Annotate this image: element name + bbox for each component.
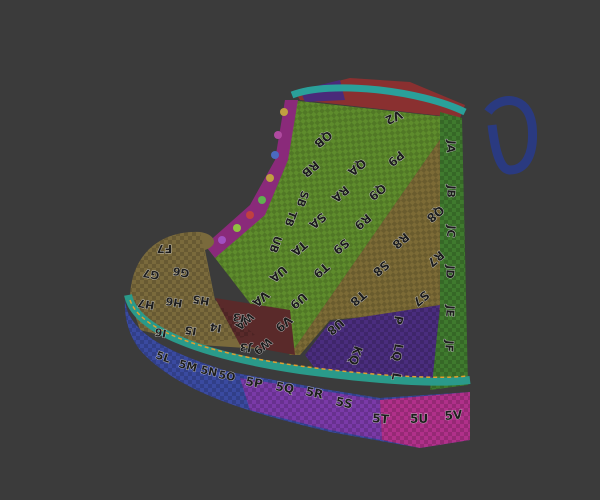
svg-text:I5: I5: [184, 323, 198, 338]
svg-text:F7: F7: [157, 242, 172, 255]
svg-text:5T: 5T: [372, 411, 391, 426]
svg-text:JA: JA: [444, 139, 458, 154]
boot-render: P9 Q9 QA RA R9 S9 SA TA T9 U9 UA VA V9 W…: [124, 78, 538, 448]
pull-loop: [484, 96, 538, 175]
svg-text:JE: JE: [443, 304, 457, 318]
svg-text:5P: 5P: [244, 374, 264, 391]
svg-text:I3: I3: [232, 310, 246, 325]
svg-text:JB: JB: [444, 184, 458, 199]
svg-text:JF: JF: [442, 339, 456, 353]
svg-text:JD: JD: [443, 264, 457, 279]
svg-text:5V: 5V: [444, 407, 463, 423]
svg-text:5U: 5U: [410, 412, 428, 426]
svg-text:JC: JC: [444, 224, 458, 238]
3d-viewport: P9 Q9 QA RA R9 S9 SA TA T9 U9 UA VA V9 W…: [0, 0, 600, 500]
svg-text:J3: J3: [239, 340, 254, 355]
